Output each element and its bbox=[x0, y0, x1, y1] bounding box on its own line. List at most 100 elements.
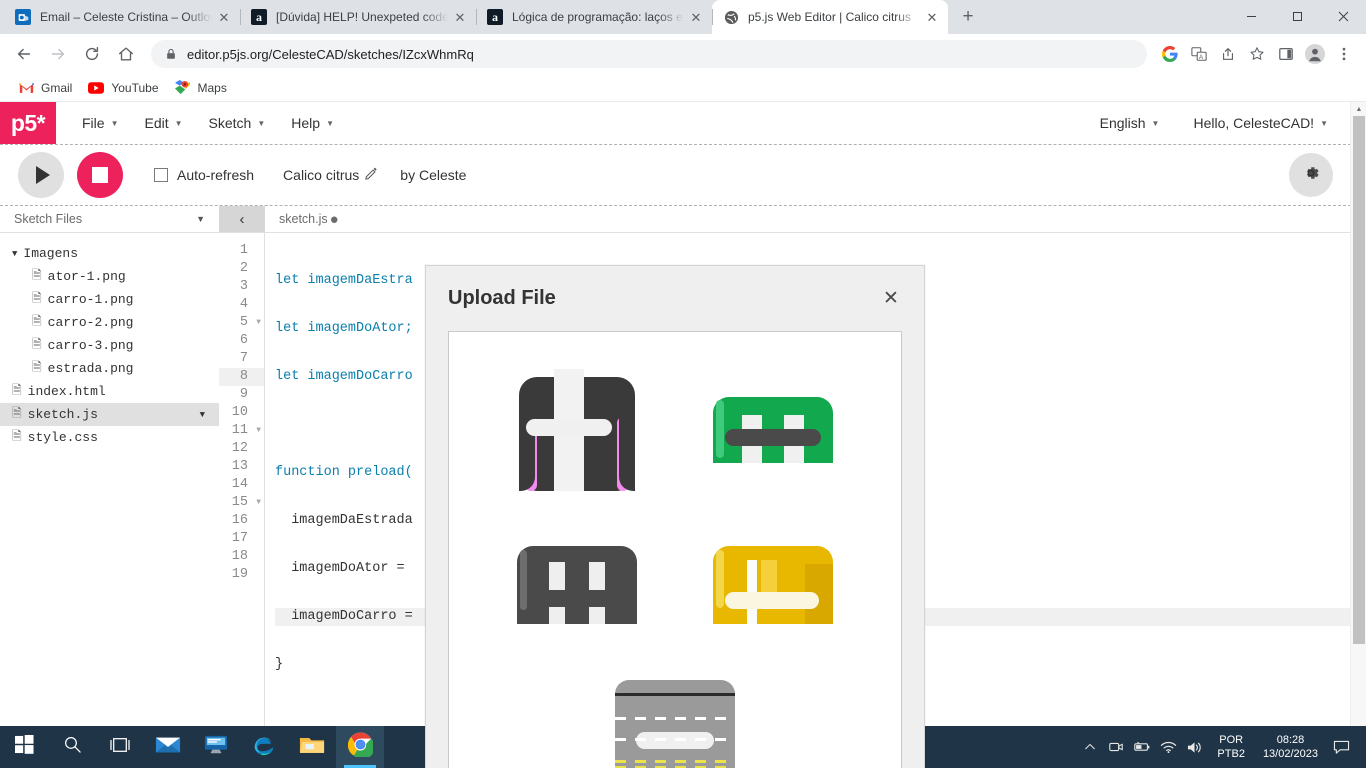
task-view-button[interactable] bbox=[96, 726, 144, 768]
wifi-icon[interactable] bbox=[1155, 726, 1181, 768]
back-button[interactable] bbox=[8, 38, 40, 70]
thumbnail-cell[interactable] bbox=[479, 507, 675, 662]
language-selector[interactable]: English ▼ bbox=[1088, 109, 1172, 137]
camera-icon[interactable] bbox=[1103, 726, 1129, 768]
bookmark-gmail[interactable]: Gmail bbox=[10, 77, 80, 99]
settings-button[interactable] bbox=[1289, 153, 1333, 197]
tab-close-icon[interactable]: ✕ bbox=[688, 9, 704, 25]
windows-icon bbox=[14, 735, 34, 759]
line-number: 13 bbox=[231, 459, 248, 474]
chevron-down-icon[interactable]: ▼ bbox=[200, 410, 205, 420]
play-button[interactable] bbox=[18, 152, 64, 198]
thumbnail-cell[interactable] bbox=[479, 352, 675, 507]
tab-close-icon[interactable]: ✕ bbox=[924, 9, 940, 25]
tab-close-icon[interactable]: ✕ bbox=[452, 9, 468, 25]
notification-icon[interactable] bbox=[1326, 726, 1356, 768]
address-bar[interactable]: editor.p5js.org/CelesteCAD/sketches/IZcx… bbox=[151, 40, 1147, 68]
sidepanel-icon[interactable] bbox=[1272, 40, 1300, 68]
language-line-2: PTB2 bbox=[1217, 748, 1245, 760]
search-button[interactable] bbox=[48, 726, 96, 768]
auto-refresh-checkbox[interactable] bbox=[154, 168, 168, 182]
forward-button[interactable] bbox=[42, 38, 74, 70]
scroll-up-icon[interactable]: ▲ bbox=[1351, 102, 1366, 116]
volume-icon[interactable] bbox=[1181, 726, 1207, 768]
scrollbar-thumb[interactable] bbox=[1353, 116, 1365, 644]
browser-tab-active[interactable]: p5.js Web Editor | Calico citrus ✕ bbox=[712, 0, 948, 34]
file-tree-item-sketch-js[interactable]: 🗎 sketch.js ▼ bbox=[0, 403, 219, 426]
close-window-button[interactable] bbox=[1320, 0, 1366, 32]
carro-2-thumbnail[interactable] bbox=[517, 545, 637, 624]
profile-icon[interactable] bbox=[1301, 40, 1329, 68]
bookmark-star-icon[interactable] bbox=[1243, 40, 1271, 68]
share-icon[interactable] bbox=[1214, 40, 1242, 68]
upload-dropzone[interactable] bbox=[448, 331, 902, 768]
browser-tab[interactable]: a [Dúvida] HELP! Unexpeted code ' ✕ bbox=[240, 0, 476, 34]
battery-icon[interactable] bbox=[1129, 726, 1155, 768]
menu-sketch[interactable]: Sketch ▼ bbox=[197, 109, 278, 137]
chevron-down-icon[interactable]: ▼ bbox=[12, 249, 17, 259]
file-tree-item-index-html[interactable]: 🗎 index.html bbox=[0, 380, 219, 403]
menu-help[interactable]: Help ▼ bbox=[279, 109, 346, 137]
editor-tab-sketch-js[interactable]: sketch.js ● bbox=[265, 206, 353, 232]
browser-tab[interactable]: Email – Celeste Cristina – Outlook ✕ bbox=[4, 0, 240, 34]
file-tree-folder-imagens[interactable]: ▼ Imagens bbox=[0, 242, 219, 265]
menu-file[interactable]: File ▼ bbox=[70, 109, 130, 137]
fold-icon[interactable]: ▼ bbox=[256, 494, 261, 512]
file-label: ator-1.png bbox=[47, 269, 126, 284]
file-tree-item[interactable]: 🗎 estrada.png bbox=[0, 357, 219, 380]
home-button[interactable] bbox=[110, 38, 142, 70]
translate-icon[interactable]: A bbox=[1185, 40, 1213, 68]
carro-3-thumbnail[interactable] bbox=[713, 545, 833, 624]
carro-1-thumbnail[interactable] bbox=[713, 396, 833, 463]
browser-tab[interactable]: a Lógica de programação: laços e li ✕ bbox=[476, 0, 712, 34]
sidebar-header[interactable]: Sketch Files ▼ bbox=[0, 206, 219, 233]
pencil-icon[interactable] bbox=[365, 167, 378, 183]
maximize-button[interactable] bbox=[1274, 0, 1320, 32]
close-icon[interactable]: ✕ bbox=[880, 287, 902, 309]
file-explorer-app[interactable] bbox=[288, 726, 336, 768]
new-tab-button[interactable]: + bbox=[954, 3, 982, 31]
file-label: carro-3.png bbox=[47, 338, 134, 353]
file-tree-item-style-css[interactable]: 🗎 style.css bbox=[0, 426, 219, 449]
bookmark-youtube[interactable]: YouTube bbox=[80, 77, 166, 99]
google-icon[interactable] bbox=[1156, 40, 1184, 68]
chevron-down-icon[interactable]: ▼ bbox=[196, 214, 205, 224]
page-scrollbar[interactable]: ▲ ▼ bbox=[1350, 102, 1366, 768]
file-icon: 🗎 bbox=[32, 292, 42, 306]
account-menu[interactable]: Hello, CelesteCAD! ▼ bbox=[1181, 109, 1340, 137]
p5-logo[interactable]: p5* bbox=[0, 102, 56, 144]
chrome-icon bbox=[347, 732, 375, 762]
chevron-up-icon[interactable] bbox=[1077, 726, 1103, 768]
fold-icon[interactable]: ▼ bbox=[256, 314, 261, 332]
edge-app[interactable] bbox=[240, 726, 288, 768]
stop-button[interactable] bbox=[77, 152, 123, 198]
sketch-author[interactable]: by Celeste bbox=[400, 167, 466, 183]
fold-icon[interactable]: ▼ bbox=[256, 422, 261, 440]
clock[interactable]: 08:28 13/02/2023 bbox=[1255, 726, 1326, 768]
sketch-name[interactable]: Calico citrus bbox=[283, 167, 378, 183]
thumbnail-cell[interactable] bbox=[675, 507, 871, 662]
file-tree-item[interactable]: 🗎 carro-1.png bbox=[0, 288, 219, 311]
ator-1-thumbnail[interactable] bbox=[517, 368, 637, 491]
menu-kebab-icon[interactable] bbox=[1330, 40, 1358, 68]
file-tree-item[interactable]: 🗎 carro-3.png bbox=[0, 334, 219, 357]
menu-edit[interactable]: Edit ▼ bbox=[132, 109, 194, 137]
menu-help-label: Help bbox=[291, 115, 321, 131]
language-indicator[interactable]: POR PTB2 bbox=[1207, 726, 1255, 768]
thumbnail-cell[interactable] bbox=[479, 662, 871, 768]
minimize-button[interactable] bbox=[1228, 0, 1274, 32]
file-tree-item[interactable]: 🗎 ator-1.png bbox=[0, 265, 219, 288]
chrome-app[interactable] bbox=[336, 726, 384, 768]
remote-desktop-app[interactable] bbox=[192, 726, 240, 768]
tab-close-icon[interactable]: ✕ bbox=[216, 9, 232, 25]
line-number: 19 bbox=[231, 567, 248, 582]
file-tree-item[interactable]: 🗎 carro-2.png bbox=[0, 311, 219, 334]
collapse-sidebar-button[interactable]: ‹ bbox=[219, 206, 265, 232]
reload-button[interactable] bbox=[76, 38, 108, 70]
estrada-thumbnail[interactable] bbox=[615, 679, 735, 768]
mail-app[interactable] bbox=[144, 726, 192, 768]
bookmark-maps[interactable]: Maps bbox=[167, 77, 235, 99]
start-button[interactable] bbox=[0, 726, 48, 768]
auto-refresh-toggle[interactable]: Auto-refresh bbox=[154, 167, 254, 183]
thumbnail-cell[interactable] bbox=[675, 352, 871, 507]
